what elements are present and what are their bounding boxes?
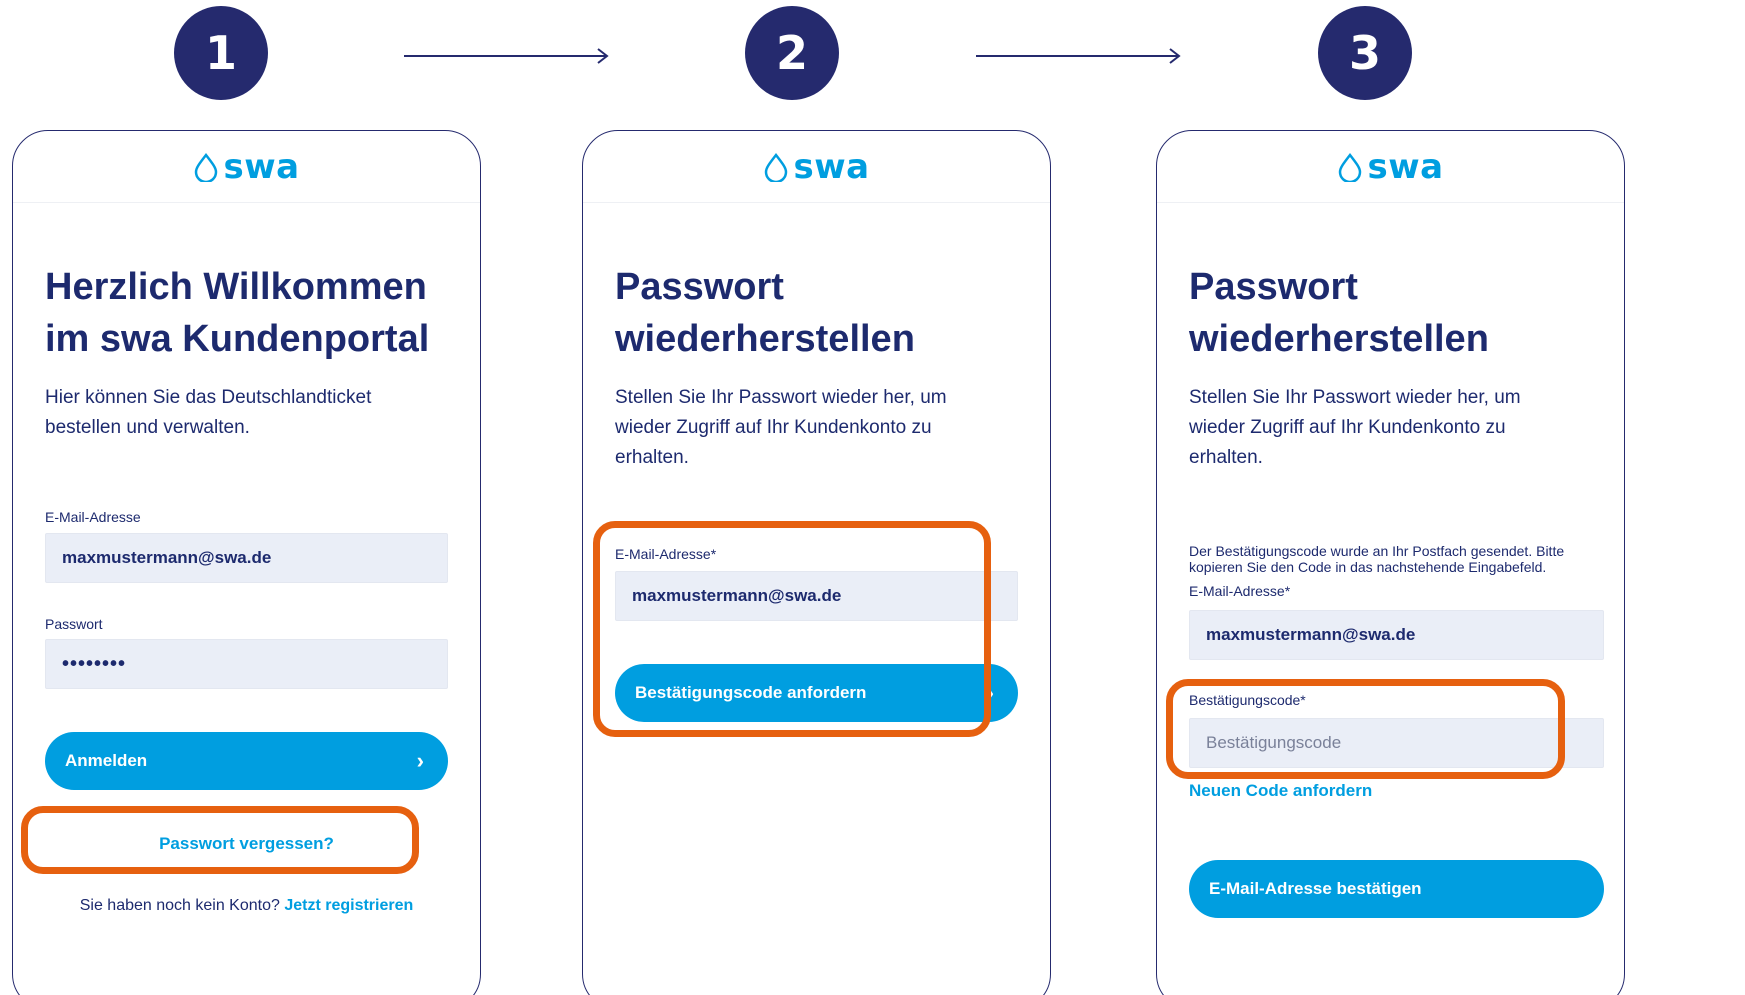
intro-text-line3: erhalten. xyxy=(615,447,689,468)
highlight-code-field xyxy=(1166,679,1565,779)
arrow-right-icon xyxy=(404,48,609,64)
app-header: swa xyxy=(583,131,1050,203)
droplet-logo-icon xyxy=(1339,152,1362,182)
email-field[interactable]: maxmustermann@swa.de xyxy=(1189,610,1604,660)
login-button-label: Anmelden xyxy=(65,751,148,770)
intro-text-line1: Hier können Sie das Deutschlandticket xyxy=(45,387,372,408)
page-title-line2: wiederherstellen xyxy=(1189,318,1489,360)
intro-text-line2: wieder Zugriff auf Ihr Kundenkonto zu xyxy=(615,417,932,438)
intro-text-line1: Stellen Sie Ihr Passwort wieder her, um xyxy=(1189,387,1521,408)
email-label: E-Mail-Adresse* xyxy=(1189,583,1291,599)
step-2-badge: 2 xyxy=(745,6,839,100)
page-title-line2: wiederherstellen xyxy=(615,318,915,360)
intro-text-line2: wieder Zugriff auf Ihr Kundenkonto zu xyxy=(1189,417,1506,438)
app-header: swa xyxy=(13,131,480,203)
password-field[interactable]: •••••••• xyxy=(45,639,448,689)
step-3-badge: 3 xyxy=(1318,6,1412,100)
highlight-request-code xyxy=(593,521,991,737)
intro-text-line3: erhalten. xyxy=(1189,447,1263,468)
page-title-line2: im swa Kundenportal xyxy=(45,318,430,360)
logo-text: swa xyxy=(223,146,300,187)
logo-text: swa xyxy=(1367,146,1444,187)
step-1-badge: 1 xyxy=(174,6,268,100)
request-new-code-link[interactable]: Neuen Code anfordern xyxy=(1189,781,1372,800)
code-sent-notice-line1: Der Bestätigungscode wurde an Ihr Postfa… xyxy=(1189,543,1565,559)
phone-screen-verify-code: swa Passwort wiederherstellen Stellen Si… xyxy=(1156,130,1625,995)
code-sent-notice-line2: kopieren Sie den Code in das nachstehend… xyxy=(1189,559,1547,575)
droplet-logo-icon xyxy=(195,152,218,182)
droplet-logo-icon xyxy=(765,152,788,182)
confirm-email-button-label: E-Mail-Adresse bestätigen xyxy=(1209,879,1422,898)
chevron-right-icon: › xyxy=(416,748,424,773)
intro-text-line1: Stellen Sie Ihr Passwort wieder her, um xyxy=(615,387,947,408)
no-account-text: Sie haben noch kein Konto? xyxy=(79,897,280,914)
password-label: Passwort xyxy=(45,616,103,632)
highlight-forgot-password xyxy=(21,806,419,874)
logo-text: swa xyxy=(793,146,870,187)
page-title-line1: Herzlich Willkommen xyxy=(45,266,427,308)
email-field[interactable]: maxmustermann@swa.de xyxy=(45,533,448,583)
arrow-right-icon xyxy=(976,48,1181,64)
intro-text-line2: bestellen und verwalten. xyxy=(45,417,250,438)
login-button[interactable]: Anmelden › xyxy=(45,732,448,790)
email-label: E-Mail-Adresse xyxy=(45,509,141,525)
register-link[interactable]: Jetzt registrieren xyxy=(284,897,413,914)
page-title-line1: Passwort xyxy=(615,266,784,308)
app-header: swa xyxy=(1157,131,1624,203)
confirm-email-button[interactable]: E-Mail-Adresse bestätigen xyxy=(1189,860,1604,918)
page-title-line1: Passwort xyxy=(1189,266,1358,308)
